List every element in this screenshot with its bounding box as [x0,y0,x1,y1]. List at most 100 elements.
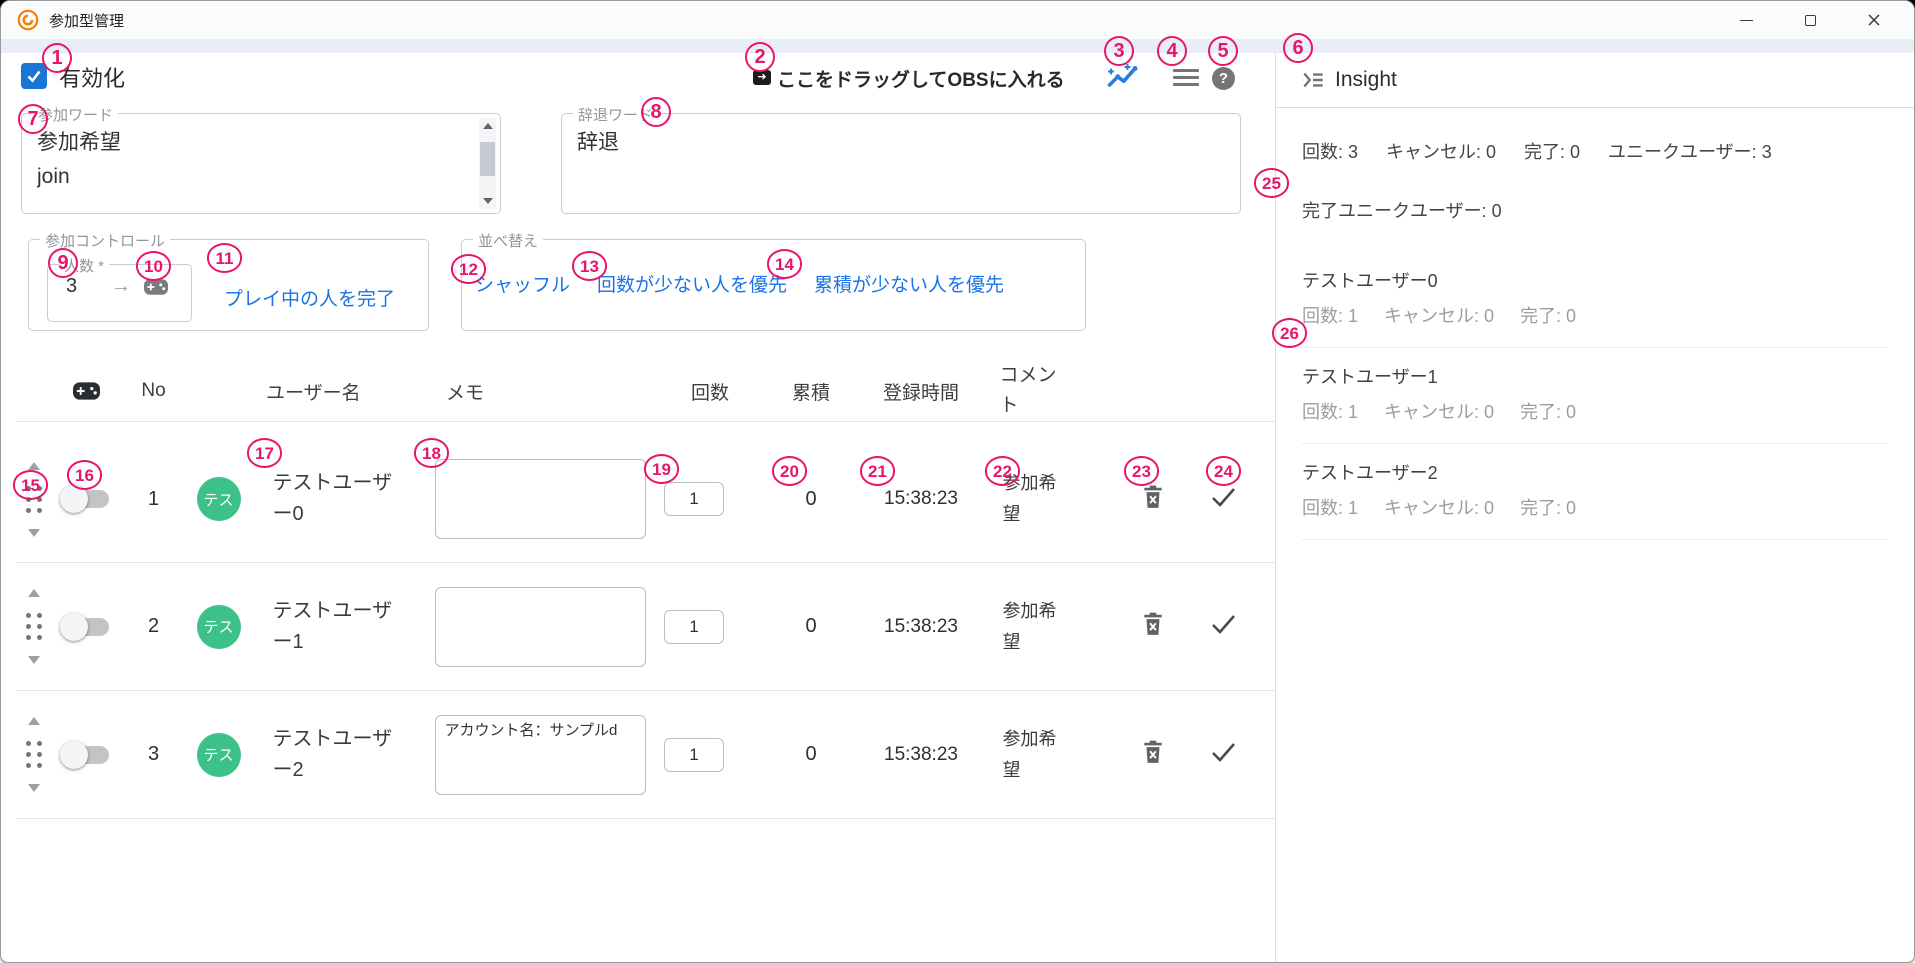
memo-input[interactable]: アカウント名：サンプルd [435,715,646,795]
registered-time: 15:38:23 [856,616,986,638]
count-input[interactable] [664,482,724,516]
total-value: 0 [766,615,856,638]
shuffle-link[interactable]: シャッフル [475,270,570,297]
insight-user-name: テストユーザー2 [1302,459,1888,485]
participants-table: No ユーザー名 メモ 回数 累積 登録時間 コメント 1 テス テストユーザー… [16,361,1275,819]
close-icon [1867,13,1881,27]
move-down-icon[interactable] [28,529,40,537]
minimize-icon [1740,20,1753,21]
user-stat-done: 完了: 0 [1520,494,1576,520]
playing-toggle[interactable] [63,746,109,764]
summary-done: 完了: 0 [1524,138,1580,164]
fewest-total-link[interactable]: 累積が少ない人を優先 [814,270,1004,297]
sort-legend: 並べ替え [473,230,543,251]
memo-input[interactable] [435,587,646,667]
table-row: 2 テス テストユーザー1 0 15:38:23 参加希望 [16,563,1275,691]
join-word-input[interactable]: 参加希望 join [37,126,475,206]
user-stat-cancel: キャンセル: 0 [1384,302,1494,328]
scroll-down-button[interactable] [479,193,496,209]
complete-playing-link[interactable]: プレイ中の人を完了 [224,284,395,311]
table-header: No ユーザー名 メモ 回数 累積 登録時間 コメント [16,361,1275,422]
app-logo-icon [17,9,39,31]
summary-cancel: キャンセル: 0 [1386,138,1496,164]
sort-group: 並べ替え シャッフル 回数が少ない人を優先 累積が少ない人を優先 [461,239,1086,331]
header-user: ユーザー名 [251,378,426,405]
insight-completed-unique: 完了ユニークユーザー: 0 [1302,197,1888,223]
scrollbar-thumb[interactable] [480,142,495,176]
drag-handle-icon[interactable] [26,613,42,640]
move-down-icon[interactable] [28,656,40,664]
titlebar: 参加型管理 [1,1,1914,39]
header-count: 回数 [654,378,766,405]
playing-toggle[interactable] [63,490,109,508]
scroll-up-button[interactable] [479,118,496,134]
user-name: テストユーザー2 [273,724,405,786]
maximize-icon [1805,15,1816,26]
complete-button[interactable] [1210,741,1237,768]
user-name: テストユーザー0 [273,468,405,530]
minimize-button[interactable] [1714,1,1778,39]
comment-value: 参加希望 [1003,724,1065,785]
header-memo: メモ [426,378,654,405]
scrollbar[interactable] [479,118,496,209]
insight-user-entry: テストユーザー0 回数: 1 キャンセル: 0 完了: 0 [1302,267,1888,348]
insight-user-name: テストユーザー1 [1302,363,1888,389]
delete-button[interactable] [1141,484,1165,515]
header-total: 累積 [766,378,856,405]
comment-value: 参加希望 [1003,468,1065,529]
fewest-count-link[interactable]: 回数が少ない人を優先 [597,270,787,297]
header-no: No [121,380,186,402]
user-name: テストユーザー1 [273,596,405,658]
summary-count: 回数: 3 [1302,138,1358,164]
app-window: 参加型管理 有効化 ➜ ここをドラッグしてOBSに入れる ? 参加ワード 参加希… [0,0,1915,963]
player-count-input[interactable] [60,275,98,298]
maximize-button[interactable] [1778,1,1842,39]
move-down-icon[interactable] [28,784,40,792]
header-comment: コメント [1000,361,1068,422]
avatar: テス [197,605,241,649]
delete-button[interactable] [1141,739,1165,770]
drag-to-obs-label[interactable]: ここをドラッグしてOBSに入れる [777,65,1065,92]
complete-button[interactable] [1210,486,1237,513]
memo-input[interactable] [435,459,646,539]
move-up-icon[interactable] [28,717,40,725]
count-input[interactable] [664,738,724,772]
decline-word-input[interactable]: 辞退 [577,126,1215,206]
total-value: 0 [766,743,856,766]
menu-icon[interactable] [1173,69,1199,90]
user-stat-done: 完了: 0 [1520,302,1576,328]
arrow-right-icon: → [111,275,131,298]
registered-time: 15:38:23 [856,488,986,510]
gamepad-icon [144,279,168,295]
count-input[interactable] [664,610,724,644]
row-number: 1 [121,488,186,511]
decline-word-field: 辞退ワード 辞退 [561,113,1241,214]
header-time: 登録時間 [856,378,986,405]
total-value: 0 [766,488,856,511]
user-stat-count: 回数: 1 [1302,494,1358,520]
insight-title: Insight [1335,68,1397,92]
header-band [1,39,1914,53]
complete-button[interactable] [1210,613,1237,640]
playing-toggle[interactable] [63,618,109,636]
table-row: 3 テス テストユーザー2 アカウント名：サンプルd 0 15:38:23 参加… [16,691,1275,819]
insight-user-entry: テストユーザー2 回数: 1 キャンセル: 0 完了: 0 [1302,444,1888,540]
join-word-legend: 参加ワード [33,104,118,125]
move-up-icon[interactable] [28,589,40,597]
close-button[interactable] [1842,1,1906,39]
help-icon[interactable]: ? [1212,67,1235,90]
insight-header: Insight [1276,53,1914,108]
enable-checkbox[interactable] [21,63,47,89]
insight-summary: 回数: 3 キャンセル: 0 完了: 0 ユニークユーザー: 3 [1302,138,1888,164]
insight-user-name: テストユーザー0 [1302,267,1888,293]
drag-to-obs-icon: ➜ [753,70,771,85]
join-word-field: 参加ワード 参加希望 join [21,113,501,214]
drag-handle-icon[interactable] [26,741,42,768]
delete-button[interactable] [1141,611,1165,642]
window-title: 参加型管理 [49,10,124,31]
move-up-icon[interactable] [28,462,40,470]
player-count-legend: 人数 * [59,255,109,276]
drag-handle-icon[interactable] [26,486,42,513]
user-stat-cancel: キャンセル: 0 [1384,398,1494,424]
insights-chart-icon[interactable] [1105,61,1141,91]
